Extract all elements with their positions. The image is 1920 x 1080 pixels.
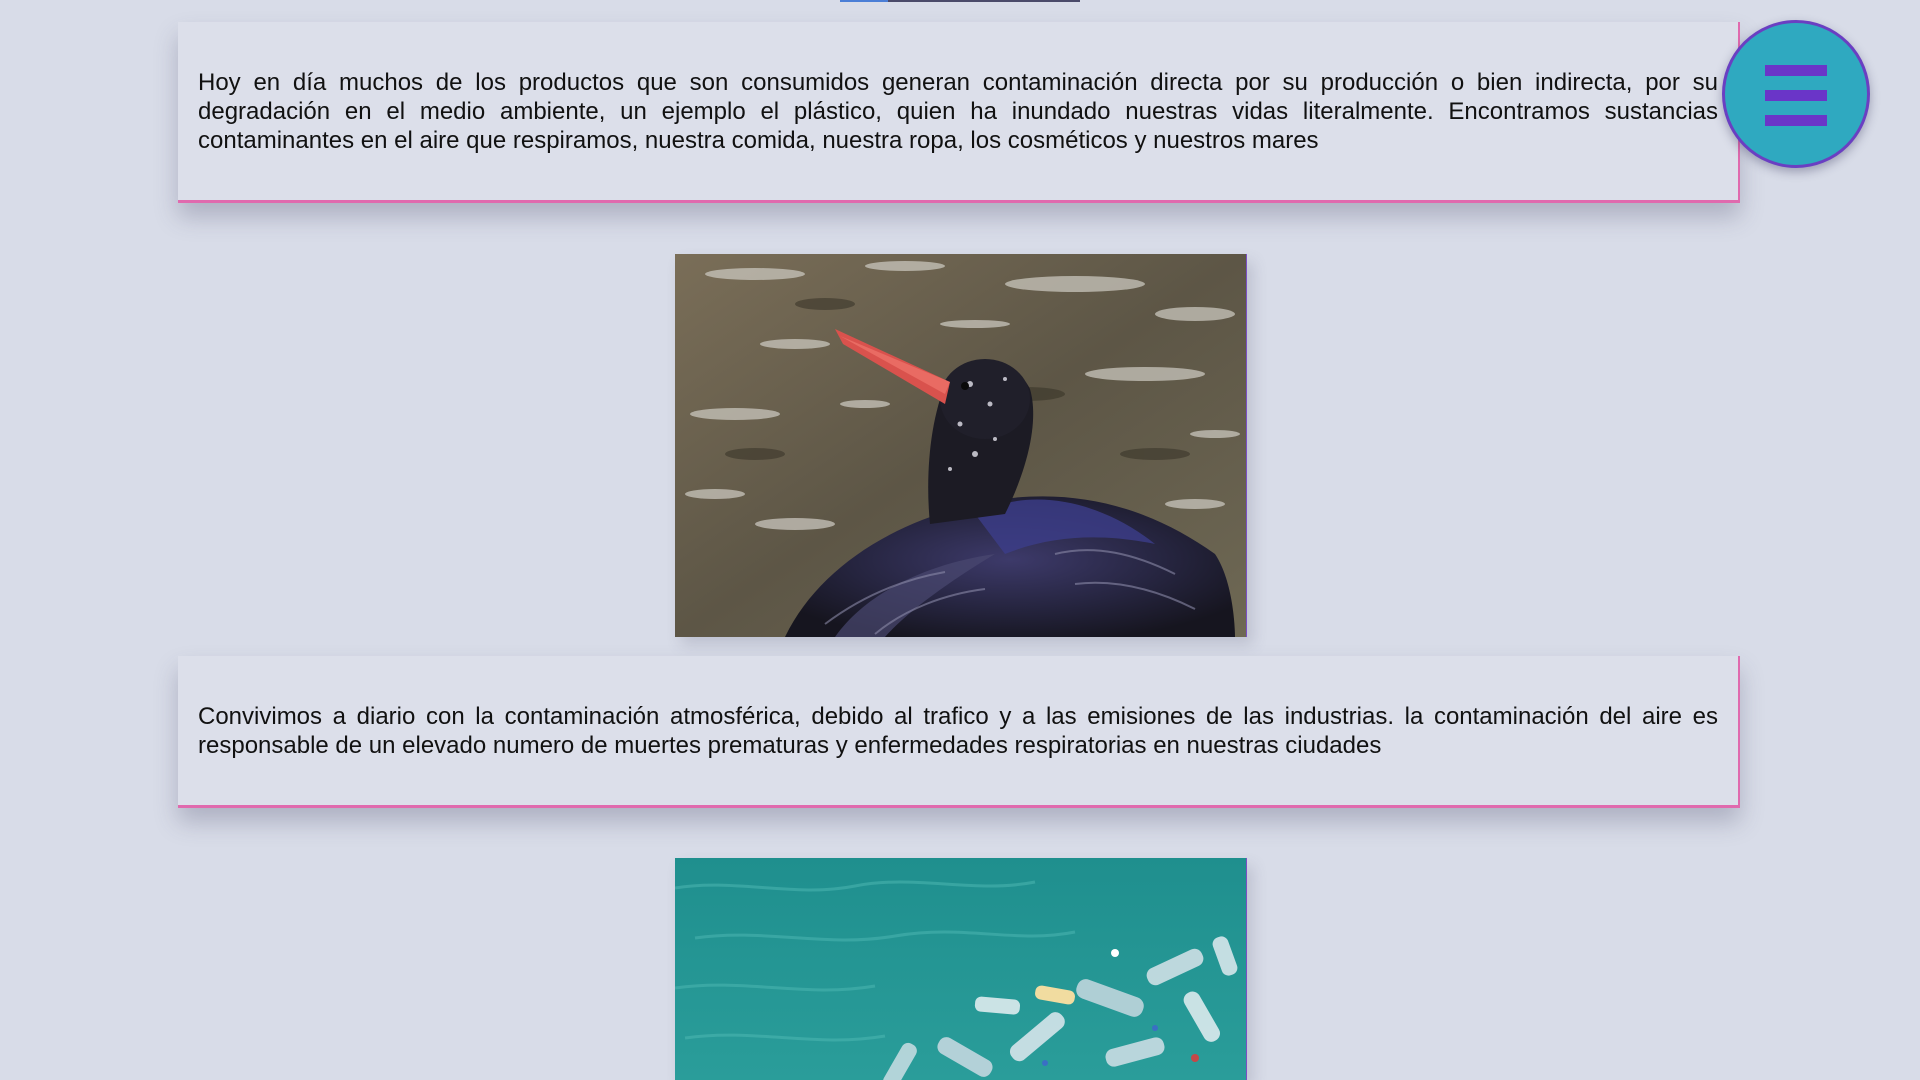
top-divider-accent — [840, 0, 888, 2]
text-card-1: Hoy en día muchos de los productos que s… — [178, 22, 1740, 203]
page: Hoy en día muchos de los productos que s… — [0, 0, 1920, 1080]
text-card-2: Convivimos a diario con la contaminación… — [178, 656, 1740, 808]
hamburger-menu-icon-bar-3 — [1765, 115, 1827, 126]
menu-button[interactable] — [1722, 20, 1870, 168]
oil-bird-illustration — [675, 254, 1246, 637]
top-divider — [840, 0, 1080, 2]
hamburger-menu-icon-bar-2 — [1765, 90, 1827, 101]
oil-bird-image — [675, 254, 1247, 637]
plastic-sea-image — [675, 858, 1247, 1080]
plastic-sea-illustration — [675, 858, 1246, 1080]
card-2-paragraph: Convivimos a diario con la contaminación… — [198, 703, 1718, 759]
card-1-paragraph: Hoy en día muchos de los productos que s… — [198, 69, 1718, 154]
hamburger-menu-icon — [1765, 65, 1827, 76]
